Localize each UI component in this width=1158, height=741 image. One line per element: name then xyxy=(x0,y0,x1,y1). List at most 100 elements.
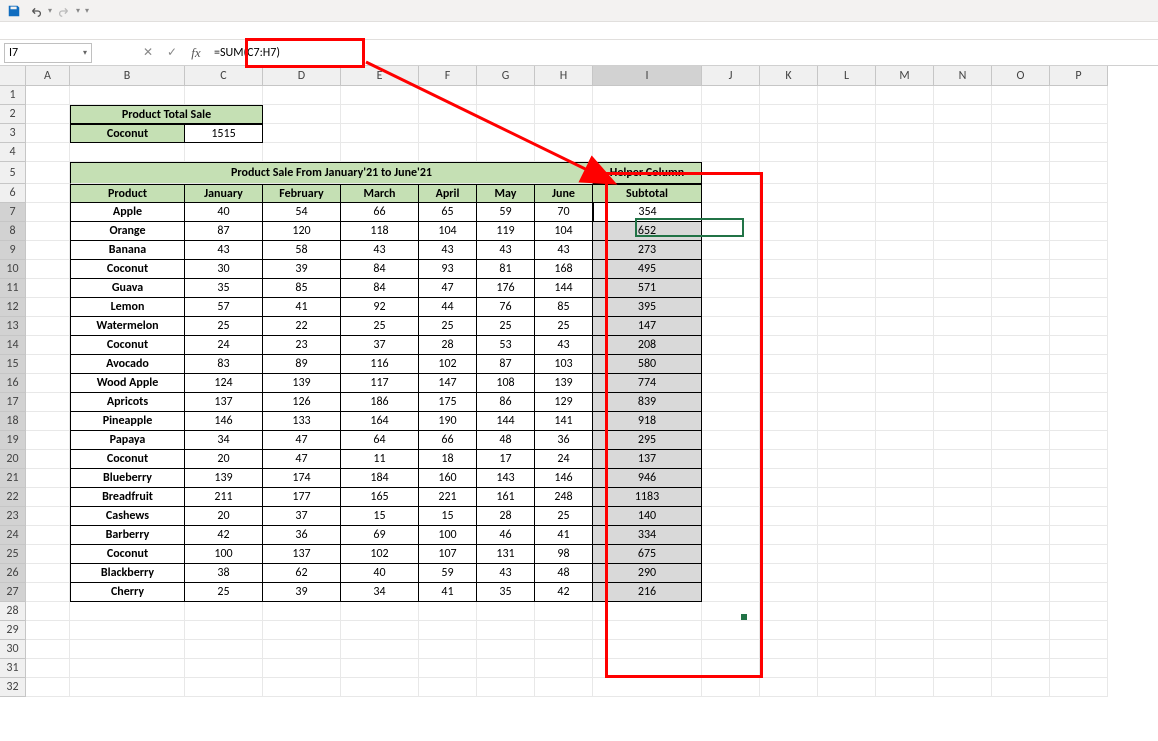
cell[interactable] xyxy=(818,602,876,621)
subtotal-cell[interactable]: 774 xyxy=(593,374,702,393)
cell[interactable] xyxy=(26,678,70,697)
cell[interactable] xyxy=(934,469,992,488)
cell[interactable] xyxy=(818,545,876,564)
cell[interactable] xyxy=(535,143,593,162)
product-cell[interactable]: Barberry xyxy=(70,526,185,545)
cell[interactable] xyxy=(934,279,992,298)
cell[interactable] xyxy=(263,105,341,124)
cell[interactable] xyxy=(1050,640,1108,659)
cell[interactable] xyxy=(535,621,593,640)
row-header-1[interactable]: 1 xyxy=(0,86,26,105)
cell[interactable] xyxy=(26,526,70,545)
cell[interactable] xyxy=(1050,621,1108,640)
cell[interactable] xyxy=(818,241,876,260)
cell[interactable] xyxy=(70,621,185,640)
cell[interactable] xyxy=(1050,298,1108,317)
data-cell[interactable]: 25 xyxy=(535,317,593,336)
cell[interactable] xyxy=(876,564,934,583)
cell[interactable] xyxy=(992,374,1050,393)
data-cell[interactable]: 34 xyxy=(185,431,263,450)
data-cell[interactable]: 39 xyxy=(263,260,341,279)
column-header-G[interactable]: G xyxy=(477,66,535,86)
row-header-13[interactable]: 13 xyxy=(0,317,26,336)
cell[interactable] xyxy=(419,659,477,678)
cell[interactable] xyxy=(26,86,70,105)
cell[interactable] xyxy=(185,659,263,678)
cell[interactable] xyxy=(760,393,818,412)
cell[interactable] xyxy=(992,564,1050,583)
cell[interactable] xyxy=(70,678,185,697)
cell[interactable] xyxy=(535,105,593,124)
cell[interactable] xyxy=(876,222,934,241)
data-cell[interactable]: 221 xyxy=(419,488,477,507)
data-cell[interactable]: 107 xyxy=(419,545,477,564)
data-cell[interactable]: 43 xyxy=(535,241,593,260)
column-header-P[interactable]: P xyxy=(1050,66,1108,86)
cell[interactable] xyxy=(26,184,70,203)
cell[interactable] xyxy=(477,678,535,697)
cell[interactable] xyxy=(992,162,1050,184)
column-header-C[interactable]: C xyxy=(185,66,263,86)
cell[interactable] xyxy=(760,162,818,184)
cell[interactable] xyxy=(818,583,876,602)
data-cell[interactable]: 76 xyxy=(477,298,535,317)
subtotal-cell[interactable]: 1183 xyxy=(593,488,702,507)
cell[interactable] xyxy=(26,431,70,450)
column-header-L[interactable]: L xyxy=(818,66,876,86)
cell[interactable] xyxy=(1050,393,1108,412)
data-cell[interactable]: 17 xyxy=(477,450,535,469)
cell[interactable] xyxy=(760,336,818,355)
data-cell[interactable]: 89 xyxy=(263,355,341,374)
cell[interactable] xyxy=(760,659,818,678)
subtotal-cell[interactable]: 137 xyxy=(593,450,702,469)
product-cell[interactable]: Avocado xyxy=(70,355,185,374)
cell[interactable] xyxy=(341,621,419,640)
data-cell[interactable]: 36 xyxy=(263,526,341,545)
cell[interactable] xyxy=(1050,564,1108,583)
table-header[interactable]: April xyxy=(419,184,477,203)
data-cell[interactable]: 24 xyxy=(535,450,593,469)
row-header-9[interactable]: 9 xyxy=(0,241,26,260)
cell[interactable] xyxy=(1050,105,1108,124)
cell[interactable] xyxy=(934,545,992,564)
column-header-N[interactable]: N xyxy=(934,66,992,86)
row-header-27[interactable]: 27 xyxy=(0,583,26,602)
table-header[interactable]: May xyxy=(477,184,535,203)
cell[interactable] xyxy=(992,488,1050,507)
cell[interactable] xyxy=(419,86,477,105)
cell[interactable] xyxy=(818,526,876,545)
cell[interactable] xyxy=(760,602,818,621)
row-header-26[interactable]: 26 xyxy=(0,564,26,583)
cell[interactable] xyxy=(876,602,934,621)
cell[interactable] xyxy=(934,640,992,659)
cell[interactable] xyxy=(702,621,760,640)
data-cell[interactable]: 108 xyxy=(477,374,535,393)
cell[interactable] xyxy=(1050,336,1108,355)
cell[interactable] xyxy=(702,412,760,431)
data-cell[interactable]: 30 xyxy=(185,260,263,279)
subtotal-cell[interactable]: 290 xyxy=(593,564,702,583)
data-cell[interactable]: 48 xyxy=(535,564,593,583)
cell[interactable] xyxy=(876,621,934,640)
cell[interactable] xyxy=(477,659,535,678)
cell[interactable] xyxy=(702,143,760,162)
data-cell[interactable]: 64 xyxy=(341,431,419,450)
cell[interactable] xyxy=(341,105,419,124)
cell[interactable] xyxy=(992,678,1050,697)
cell[interactable] xyxy=(876,678,934,697)
data-cell[interactable]: 42 xyxy=(185,526,263,545)
row-header-18[interactable]: 18 xyxy=(0,412,26,431)
cell[interactable] xyxy=(70,659,185,678)
cell[interactable] xyxy=(26,583,70,602)
cell[interactable] xyxy=(1050,450,1108,469)
cell[interactable] xyxy=(702,564,760,583)
row-header-29[interactable]: 29 xyxy=(0,621,26,640)
save-button[interactable] xyxy=(4,2,24,20)
cell[interactable] xyxy=(992,640,1050,659)
cell[interactable] xyxy=(818,355,876,374)
cell[interactable] xyxy=(934,203,992,222)
data-cell[interactable]: 124 xyxy=(185,374,263,393)
column-header-M[interactable]: M xyxy=(876,66,934,86)
data-cell[interactable]: 119 xyxy=(477,222,535,241)
table-header[interactable]: February xyxy=(263,184,341,203)
